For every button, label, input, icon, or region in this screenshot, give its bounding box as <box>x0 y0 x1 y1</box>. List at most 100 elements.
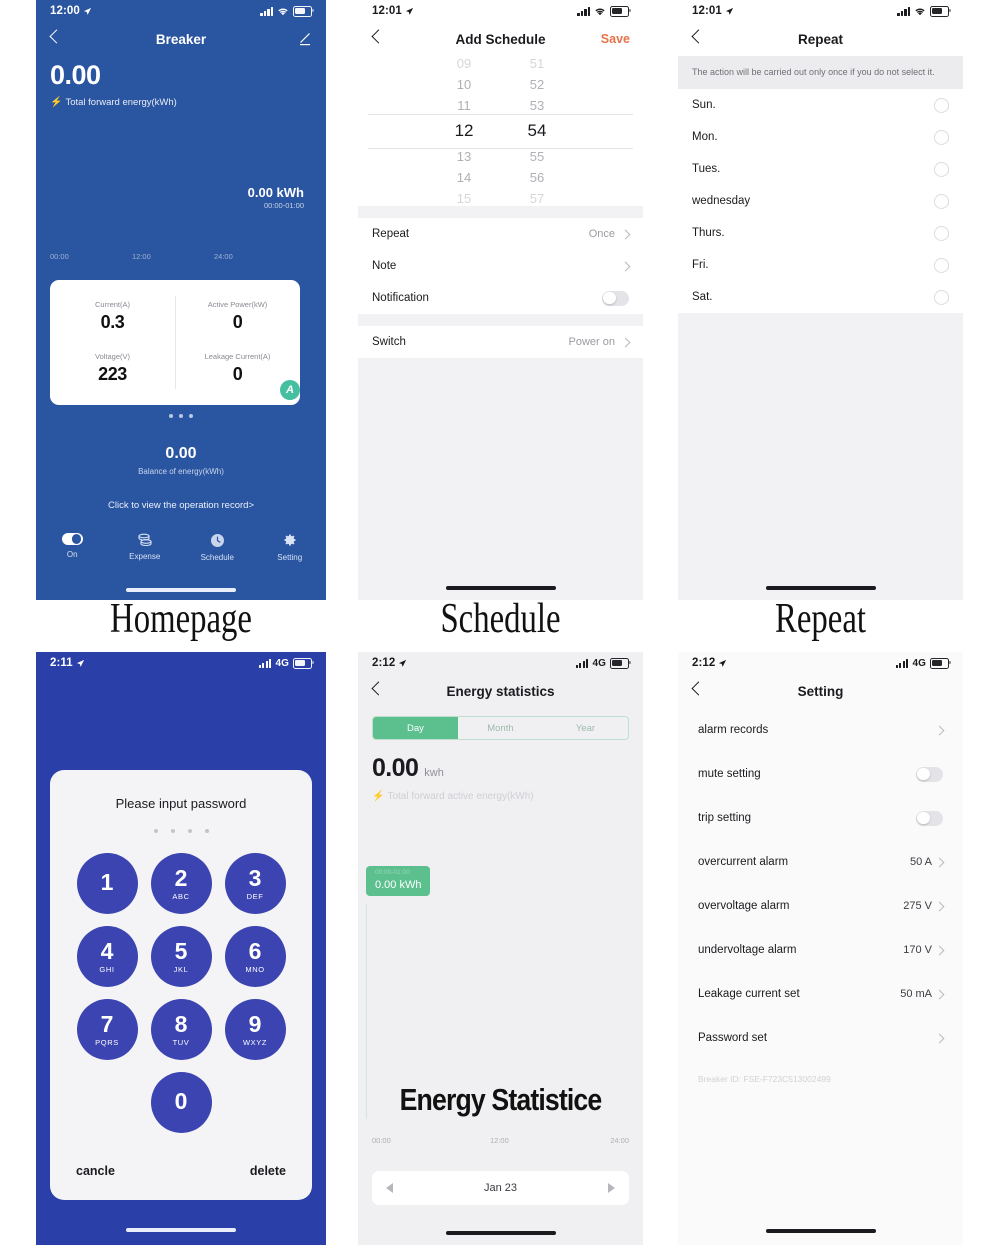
row-value-group: 50 mA <box>900 988 945 1000</box>
hour-selected[interactable]: 12 <box>455 116 474 146</box>
key-6[interactable]: 6 MNO <box>224 926 286 987</box>
tab-label: Expense <box>129 552 161 561</box>
setting-row-trip-setting[interactable]: trip setting <box>678 796 963 840</box>
row-switch[interactable]: Switch Power on <box>358 326 643 358</box>
key-2[interactable]: 2 ABC <box>150 853 212 914</box>
row-note[interactable]: Note <box>358 250 643 282</box>
minute-option[interactable]: 56 <box>530 167 544 188</box>
tab-on[interactable]: On <box>36 533 109 562</box>
minute-option[interactable]: 52 <box>530 74 544 95</box>
trip-toggle[interactable] <box>916 810 943 826</box>
save-button[interactable]: Save <box>601 32 630 46</box>
key-digit: 1 <box>100 869 114 895</box>
nav-bar: Add Schedule Save <box>358 22 643 56</box>
setting-row-leakage-current-set[interactable]: Leakage current set 50 mA <box>678 972 963 1016</box>
hour-option[interactable]: 14 <box>457 167 471 188</box>
minute-option[interactable]: 57 <box>530 188 544 206</box>
key-1[interactable]: 1 <box>76 853 138 914</box>
setting-row-alarm-records[interactable]: alarm records <box>678 708 963 752</box>
setting-row-password-set[interactable]: Password set <box>678 1016 963 1060</box>
metric-value: 0 <box>232 364 243 385</box>
metric-voltage: Voltage(V) 223 <box>50 343 175 396</box>
key-0[interactable]: 0 <box>150 1072 212 1133</box>
minute-option[interactable]: 55 <box>530 146 544 167</box>
repeat-note: The action will be carried out only once… <box>678 56 963 90</box>
keypad-footer: cancle delete <box>50 1164 312 1178</box>
triangle-right-icon[interactable] <box>608 1183 615 1193</box>
row-notification[interactable]: Notification <box>358 282 643 314</box>
carousel-dots[interactable] <box>36 414 326 418</box>
setting-row-overvoltage-alarm[interactable]: overvoltage alarm 275 V <box>678 884 963 928</box>
status-bar-left: 12:00 <box>50 5 92 17</box>
segment-day[interactable]: Day <box>373 717 458 739</box>
day-radio[interactable] <box>934 161 949 177</box>
metric-label: Leakage Current(A) <box>204 352 271 362</box>
back-chevron-icon[interactable] <box>371 29 386 44</box>
chevron-right-icon <box>620 229 631 239</box>
notification-toggle[interactable] <box>602 290 629 306</box>
day-row-mon[interactable]: Mon. <box>678 121 963 154</box>
status-bar-right <box>897 5 951 17</box>
segment-month[interactable]: Month <box>458 717 543 739</box>
minute-column[interactable]: 51 52 53 54 55 56 57 <box>528 56 547 206</box>
day-radio[interactable] <box>934 193 949 209</box>
hero-label: Total forward energy(kWh) <box>65 97 177 108</box>
period-segmented-control[interactable]: Day Month Year <box>372 716 629 740</box>
day-row-thurs[interactable]: Thurs. <box>678 217 963 250</box>
day-radio[interactable] <box>934 129 949 145</box>
day-radio[interactable] <box>934 289 949 305</box>
tab-label: Schedule <box>200 553 234 562</box>
segment-year[interactable]: Year <box>543 717 628 739</box>
back-chevron-icon[interactable] <box>371 681 386 696</box>
day-radio[interactable] <box>934 257 949 273</box>
avatar-badge[interactable]: A <box>280 380 300 400</box>
toggle-on-icon[interactable] <box>61 533 83 545</box>
phone-screen-energy-statistics: 2:12 4G Energy statistics Day Month Year… <box>358 652 643 1245</box>
hour-option[interactable]: 10 <box>457 74 471 95</box>
day-row-tues[interactable]: Tues. <box>678 153 963 186</box>
row-repeat[interactable]: Repeat Once <box>358 218 643 250</box>
key-7[interactable]: 7 PQRS <box>76 999 138 1060</box>
key-9[interactable]: 9 WXYZ <box>224 999 286 1060</box>
day-row-sun[interactable]: Sun. <box>678 89 963 122</box>
minute-option[interactable]: 53 <box>530 95 544 116</box>
minute-selected[interactable]: 54 <box>528 116 547 146</box>
operation-record-link[interactable]: Click to view the operation record> <box>36 500 326 511</box>
back-chevron-icon[interactable] <box>49 29 64 44</box>
home-indicator <box>126 1228 236 1232</box>
tab-setting[interactable]: Setting <box>254 533 327 562</box>
status-time: 12:00 <box>50 5 80 17</box>
chevron-right-icon <box>620 261 631 271</box>
back-chevron-icon[interactable] <box>691 681 706 696</box>
hour-option[interactable]: 13 <box>457 146 471 167</box>
cancel-button[interactable]: cancle <box>76 1164 115 1178</box>
mute-toggle[interactable] <box>916 766 943 782</box>
hour-column[interactable]: 09 10 11 12 13 14 15 <box>455 56 474 206</box>
hour-option[interactable]: 11 <box>457 95 471 116</box>
hour-option[interactable]: 15 <box>457 188 471 206</box>
tab-expense[interactable]: Expense <box>109 533 182 562</box>
triangle-left-icon[interactable] <box>386 1183 393 1193</box>
tab-schedule[interactable]: Schedule <box>181 533 254 562</box>
key-3[interactable]: 3 DEF <box>224 853 286 914</box>
back-chevron-icon[interactable] <box>691 29 706 44</box>
day-radio[interactable] <box>934 97 949 113</box>
key-8[interactable]: 8 TUV <box>150 999 212 1060</box>
minute-option[interactable]: 51 <box>530 56 544 74</box>
setting-row-overcurrent-alarm[interactable]: overcurrent alarm 50 A <box>678 840 963 884</box>
hour-option[interactable]: 09 <box>457 56 471 74</box>
setting-row-mute-setting[interactable]: mute setting <box>678 752 963 796</box>
day-row-fri[interactable]: Fri. <box>678 249 963 282</box>
day-radio[interactable] <box>934 225 949 241</box>
password-sheet: Please input password 1 2 ABC 3 DEF 4 GH… <box>50 770 312 1200</box>
date-selector[interactable]: Jan 23 <box>372 1171 629 1205</box>
time-picker[interactable]: 09 10 11 12 13 14 15 51 52 53 54 55 56 5… <box>358 56 643 206</box>
day-row-wednesday[interactable]: wednesday <box>678 185 963 218</box>
lightning-bolt-icon: ⚡ <box>50 96 63 108</box>
setting-row-undervoltage-alarm[interactable]: undervoltage alarm 170 V <box>678 928 963 972</box>
delete-button[interactable]: delete <box>250 1164 286 1178</box>
day-row-sat[interactable]: Sat. <box>678 281 963 314</box>
key-5[interactable]: 5 JKL <box>150 926 212 987</box>
key-4[interactable]: 4 GHI <box>76 926 138 987</box>
pencil-edit-icon[interactable] <box>298 32 312 46</box>
